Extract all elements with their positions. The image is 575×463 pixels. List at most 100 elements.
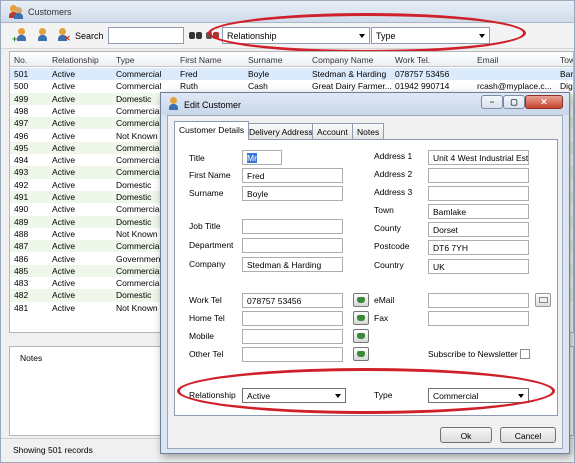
table-cell: Active [52, 81, 76, 92]
table-cell: 481 [14, 302, 29, 313]
department-field[interactable] [242, 238, 343, 253]
table-cell: Active [52, 69, 76, 79]
dial-home-tel-icon[interactable] [353, 311, 369, 325]
tab-customer-details[interactable]: Customer Details [174, 121, 250, 140]
table-cell: Active [52, 179, 76, 190]
relationship-value: Active [247, 391, 271, 401]
country-field[interactable]: UK [428, 259, 529, 274]
address3-label: Address 3 [374, 187, 413, 197]
table-cell: 501 [14, 69, 29, 79]
table-cell: 489 [14, 216, 29, 227]
column-header[interactable]: Work Tel. [395, 55, 430, 65]
table-cell: Active [52, 204, 76, 215]
column-header[interactable]: No. [14, 55, 27, 65]
status-text: Showing 501 records [13, 445, 93, 455]
column-header[interactable]: Email [477, 55, 498, 65]
find-icon[interactable] [188, 29, 203, 40]
search-label: Search [75, 31, 104, 41]
dialog-title: Edit Customer [184, 100, 242, 110]
table-cell: 500 [14, 81, 29, 92]
type-filter-combo[interactable]: Type [371, 27, 490, 44]
column-header[interactable]: Relationship [52, 55, 99, 65]
department-label: Department [189, 240, 234, 250]
county-field[interactable]: Dorset [428, 222, 529, 237]
table-cell: Commercial [116, 142, 162, 153]
column-header[interactable]: Type [116, 55, 134, 65]
relationship-filter-combo[interactable]: Relationship [222, 27, 370, 44]
find-next-icon[interactable] [205, 29, 220, 40]
delete-customer-icon[interactable]: ✕ [56, 28, 71, 43]
fax-label: Fax [374, 313, 389, 323]
address3-field[interactable] [428, 186, 529, 201]
ok-button[interactable]: Ok [440, 427, 492, 443]
maximize-button[interactable]: ▢ [503, 95, 525, 109]
column-header[interactable]: First Name [180, 55, 222, 65]
table-cell: Not Known [116, 302, 158, 313]
column-header[interactable]: Tow [560, 55, 573, 65]
add-customer-icon[interactable]: + [12, 28, 29, 44]
relationship-dropdown[interactable]: Active [242, 388, 346, 403]
column-header[interactable]: Surname [248, 55, 283, 65]
type-dropdown[interactable]: Commercial [428, 388, 529, 403]
table-cell: 485 [14, 265, 29, 276]
company-field[interactable]: Stedman & Harding [242, 257, 343, 272]
table-cell: Commercial [116, 204, 162, 215]
table-cell: Active [52, 167, 76, 178]
dial-mobile-icon[interactable] [353, 329, 369, 343]
table-cell: Active [52, 228, 76, 239]
table-cell: Bam [560, 69, 573, 79]
tab-delivery-address[interactable]: Delivery Address [244, 123, 318, 139]
minimize-button[interactable]: – [481, 95, 503, 109]
table-cell: Active [52, 290, 76, 301]
town-field[interactable]: Bamlake [428, 204, 529, 219]
edit-customer-icon[interactable] [36, 28, 50, 42]
table-cell: Commercial [116, 265, 162, 276]
work-tel-field[interactable]: 078757 53456 [242, 293, 343, 308]
fax-field[interactable] [428, 311, 529, 326]
table-cell: Active [52, 241, 76, 252]
company-label: Company [189, 259, 226, 269]
type-value: Commercial [433, 391, 479, 401]
postcode-field[interactable]: DT6 7YH [428, 240, 529, 255]
table-cell: Domestic [116, 290, 152, 301]
dial-work-tel-icon[interactable] [353, 293, 369, 307]
mobile-field[interactable] [242, 329, 343, 344]
table-cell: Stedman & Harding [312, 69, 387, 79]
newsletter-label: Subscribe to Newsletter [428, 349, 518, 359]
send-email-icon[interactable] [535, 293, 551, 307]
table-cell: Commercial [116, 118, 162, 129]
newsletter-checkbox[interactable] [520, 349, 530, 359]
job-title-field[interactable] [242, 219, 343, 234]
table-cell: Boyle [248, 69, 270, 79]
other-tel-field[interactable] [242, 347, 343, 362]
cancel-button[interactable]: Cancel [500, 427, 556, 443]
table-cell: Cash [248, 81, 268, 92]
table-row[interactable]: 501 Active Commercial Fred Boyle Stedman & Ha… [10, 68, 573, 81]
table-cell: 486 [14, 253, 29, 264]
table-cell: 498 [14, 105, 29, 116]
address1-field[interactable]: Unit 4 West Industrial Estate [428, 150, 529, 165]
table-cell: Active [52, 155, 76, 166]
tab-notes[interactable]: Notes [352, 123, 385, 139]
table-cell: Active [52, 118, 76, 129]
dial-other-tel-icon[interactable] [353, 347, 369, 361]
chevron-down-icon [479, 34, 485, 38]
first-name-field[interactable]: Fred [242, 168, 343, 183]
column-header[interactable]: Company Name [312, 55, 373, 65]
home-tel-field[interactable] [242, 311, 343, 326]
window-title: Customers [28, 7, 72, 17]
table-cell: 487 [14, 241, 29, 252]
search-input[interactable] [108, 27, 184, 44]
address2-field[interactable] [428, 168, 529, 183]
title-value: Mr [247, 153, 257, 163]
title-field[interactable]: Mr [242, 150, 282, 165]
close-button[interactable]: ✕ [525, 95, 563, 109]
email-field[interactable] [428, 293, 529, 308]
tab-account[interactable]: Account [312, 123, 353, 139]
table-cell: 483 [14, 278, 29, 289]
table-row[interactable]: 500 Active Commercial Ruth Cash Great Dairy F… [10, 80, 573, 92]
type-label: Type [374, 390, 393, 400]
surname-field[interactable]: Boyle [242, 186, 343, 201]
first-name-label: First Name [189, 170, 231, 180]
relationship-filter-value: Relationship [227, 31, 277, 41]
